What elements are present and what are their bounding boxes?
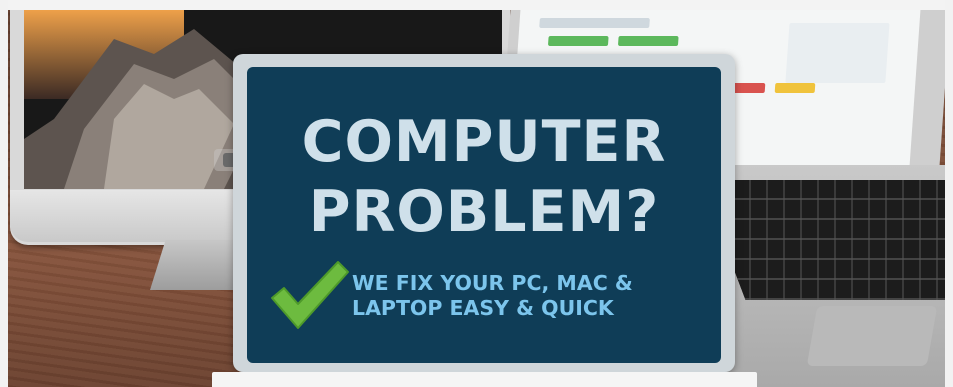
headline-line-2: PROBLEM? — [308, 179, 660, 245]
tagline-line-1: WE FIX YOUR PC, MAC & — [352, 271, 633, 295]
headline-line-1: COMPUTER — [301, 109, 667, 175]
photo-border-top — [0, 0, 953, 10]
screen-button — [547, 36, 609, 46]
screen-badge — [774, 83, 816, 93]
bottom-white-strip — [212, 372, 757, 387]
screen-toolbar — [539, 18, 650, 28]
checkmark-icon — [271, 261, 349, 329]
tagline-line-2: LAPTOP EASY & QUICK — [352, 296, 614, 320]
laptop-trackpad — [806, 306, 938, 366]
photo-border-right — [945, 0, 953, 387]
screen-button — [617, 36, 679, 46]
screen-panel — [785, 23, 890, 83]
photo-border-left — [0, 0, 8, 387]
